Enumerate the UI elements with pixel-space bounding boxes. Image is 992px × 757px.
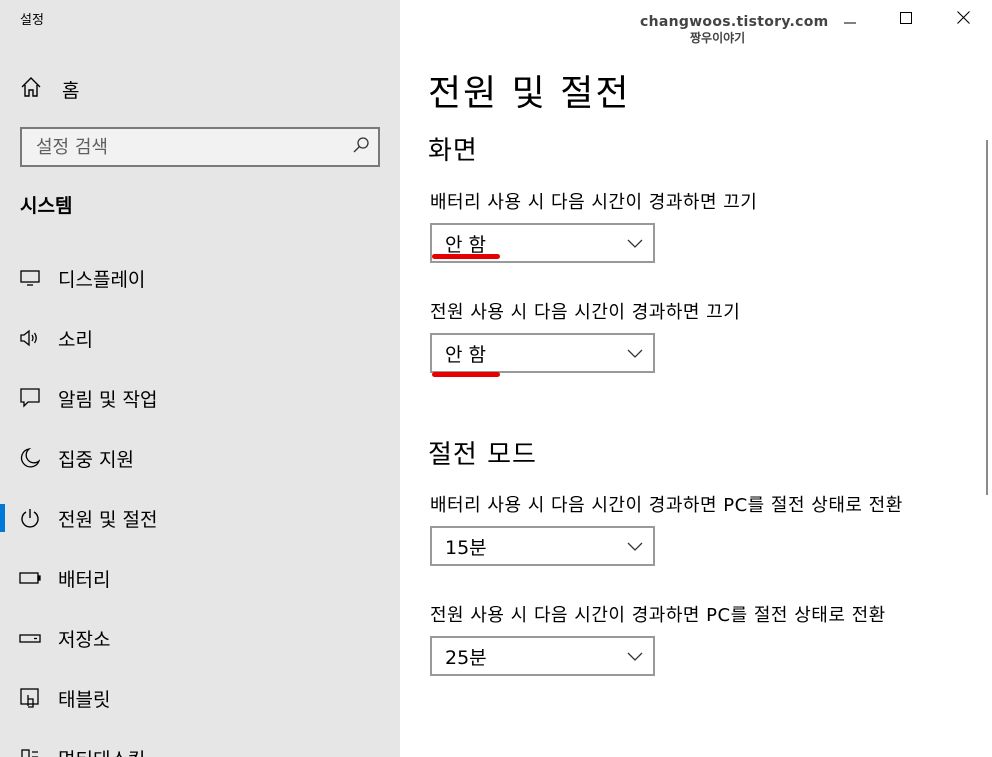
speaker-icon — [18, 326, 42, 350]
home-icon — [20, 76, 42, 102]
sidebar-item-label: 멀티태스킹 — [58, 745, 145, 757]
sidebar-item-tablet[interactable]: 태블릿 — [0, 678, 400, 718]
sidebar-item-label: 소리 — [58, 328, 93, 351]
sleep-heading: 절전 모드 — [428, 440, 537, 470]
dropdown-value: 안 함 — [445, 233, 486, 256]
sidebar-item-power-sleep[interactable]: 전원 및 절전 — [0, 498, 400, 538]
maximize-icon — [900, 9, 912, 28]
sleep-power-dropdown[interactable]: 25분 — [430, 636, 655, 676]
minimize-button[interactable] — [827, 0, 873, 36]
sidebar-item-label: 저장소 — [58, 628, 111, 651]
sidebar-item-display[interactable]: 디스플레이 — [0, 258, 400, 298]
chevron-down-icon — [627, 344, 643, 366]
sidebar-item-notifications[interactable]: 알림 및 작업 — [0, 378, 400, 418]
screen-power-dropdown[interactable]: 안 함 — [430, 333, 655, 373]
battery-icon — [18, 566, 42, 590]
sidebar-item-label: 알림 및 작업 — [58, 388, 158, 411]
tablet-icon — [18, 686, 42, 710]
display-icon — [18, 266, 42, 290]
close-icon — [956, 9, 970, 28]
minimize-icon — [844, 9, 856, 28]
sidebar-item-battery[interactable]: 배터리 — [0, 558, 400, 598]
sidebar-item-label: 디스플레이 — [58, 268, 146, 291]
screen-battery-label: 배터리 사용 시 다음 시간이 경과하면 끄기 — [430, 192, 758, 213]
home-link[interactable]: 홈 — [20, 76, 79, 102]
scrollbar[interactable] — [986, 140, 988, 495]
window-title: 설정 — [20, 13, 44, 28]
sidebar-item-label: 전원 및 절전 — [58, 508, 158, 531]
dropdown-value: 25분 — [445, 646, 487, 669]
main-content: changwoos.tistory.com 짱우이야기 전원 및 절전 화면 배… — [400, 0, 992, 757]
chevron-down-icon — [627, 647, 643, 669]
section-title-system: 시스템 — [20, 195, 73, 217]
maximize-button[interactable] — [883, 0, 929, 36]
screen-heading: 화면 — [428, 136, 478, 166]
sidebar: 설정 홈 시스템 디스플레이 소리 알림 및 작업 — [0, 0, 400, 757]
storage-icon — [18, 626, 42, 650]
chevron-down-icon — [627, 537, 643, 559]
home-label: 홈 — [62, 79, 80, 102]
sidebar-item-storage[interactable]: 저장소 — [0, 618, 400, 658]
sleep-power-label: 전원 사용 시 다음 시간이 경과하면 PC를 절전 상태로 전환 — [430, 605, 886, 626]
sleep-battery-dropdown[interactable]: 15분 — [430, 526, 655, 566]
dropdown-value: 안 함 — [445, 343, 486, 366]
sidebar-item-multitasking[interactable]: 멀티태스킹 — [0, 738, 400, 757]
sidebar-item-label: 배터리 — [58, 568, 111, 591]
dropdown-value: 15분 — [445, 536, 487, 559]
search-input[interactable] — [36, 136, 352, 158]
sleep-battery-label: 배터리 사용 시 다음 시간이 경과하면 PC를 절전 상태로 전환 — [430, 495, 903, 516]
annotation-underline — [432, 254, 500, 259]
notification-icon — [18, 386, 42, 410]
sidebar-item-focus-assist[interactable]: 집중 지원 — [0, 438, 400, 478]
screen-power-label: 전원 사용 시 다음 시간이 경과하면 끄기 — [430, 302, 741, 323]
multitasking-icon — [18, 746, 42, 757]
chevron-down-icon — [627, 234, 643, 256]
search-icon[interactable] — [352, 136, 370, 158]
watermark-url: changwoos.tistory.com — [640, 14, 829, 30]
sidebar-item-label: 태블릿 — [58, 688, 111, 711]
power-icon — [18, 506, 42, 530]
watermark-text: 짱우이야기 — [690, 31, 746, 45]
settings-search-box[interactable] — [20, 127, 380, 167]
moon-icon — [18, 446, 42, 470]
page-title: 전원 및 절전 — [428, 73, 631, 114]
annotation-underline — [432, 372, 500, 377]
sidebar-item-sound[interactable]: 소리 — [0, 318, 400, 358]
sidebar-item-label: 집중 지원 — [58, 448, 134, 471]
close-button[interactable] — [940, 0, 986, 36]
